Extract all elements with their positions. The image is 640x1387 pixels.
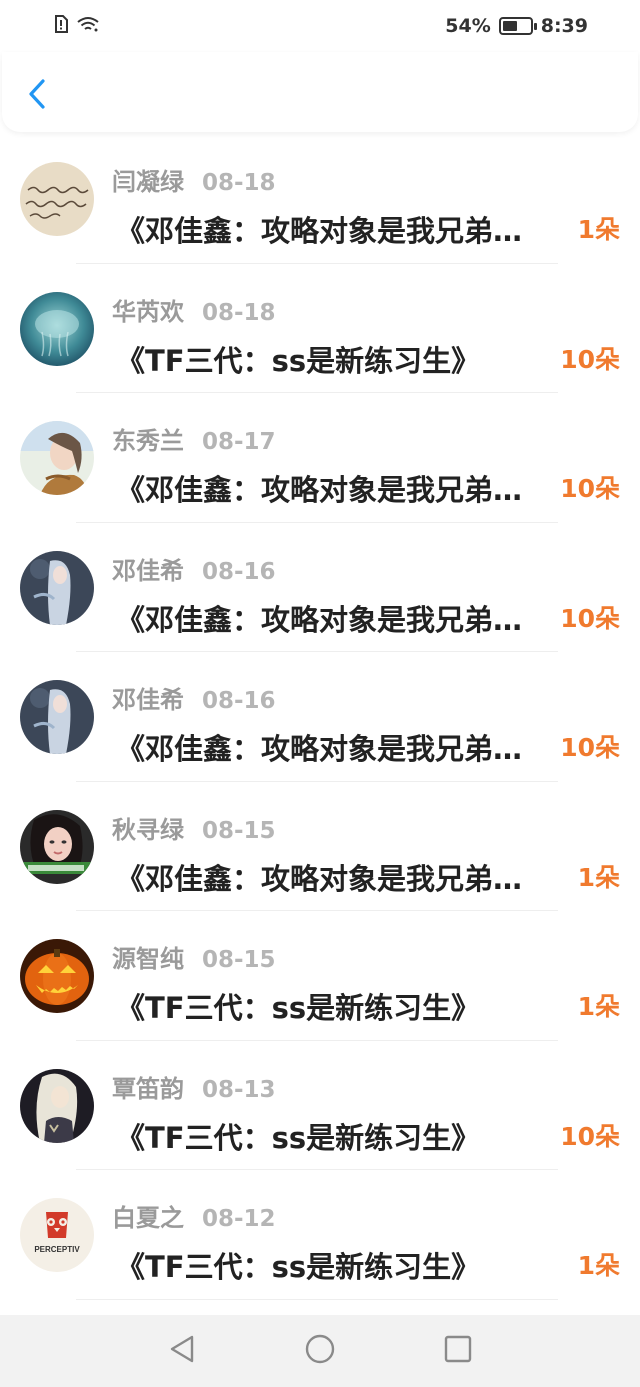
username[interactable]: 东秀兰 — [112, 421, 184, 456]
flower-count: 1朵 — [577, 862, 620, 892]
gift-list-row[interactable]: 秋寻绿 08-15 《邓佳鑫：攻略对象是我兄弟… 1朵 — [0, 782, 640, 911]
gift-list: 闫凝绿 08-18 《邓佳鑫：攻略对象是我兄弟… 1朵 华芮欢 08-18 《TF三代：ss… — [0, 134, 640, 1300]
header — [2, 52, 638, 132]
flower-count: 10朵 — [560, 733, 620, 762]
book-title[interactable]: 《邓佳鑫：攻略对象是我兄弟… — [116, 467, 556, 509]
flower-count: 1朵 — [577, 1251, 620, 1280]
gift-list-row[interactable]: 邓佳希 08-16 《邓佳鑫：攻略对象是我兄弟… 10朵 — [0, 523, 640, 652]
nav-home-button[interactable] — [300, 1331, 340, 1371]
gift-date: 08-16 — [202, 688, 276, 714]
gift-list-row[interactable]: PERCEPTIV 白夏之 08-12 《TF三代：ss是新练习生》 1朵 — [0, 1170, 640, 1300]
status-right: 54% 8:39 — [445, 15, 588, 37]
clock: 8:39 — [540, 15, 588, 37]
flower-count: 1朵 — [577, 215, 620, 244]
gift-date: 08-18 — [202, 170, 276, 196]
gift-list-row[interactable]: 源智纯 08-15 《TF三代：ss是新练习生》 1朵 — [0, 911, 640, 1041]
username[interactable]: 覃笛韵 — [112, 1069, 184, 1104]
gift-date: 08-17 — [202, 429, 276, 455]
pumpkin-avatar[interactable] — [20, 939, 94, 1013]
back-button[interactable] — [22, 78, 52, 114]
owl-logo-avatar[interactable]: PERCEPTIV — [20, 1198, 94, 1272]
gift-date: 08-16 — [202, 558, 276, 585]
row-meta: 覃笛韵 08-13 — [112, 1069, 276, 1104]
anime-girl-avatar[interactable] — [20, 550, 94, 625]
back-triangle-icon — [168, 1334, 196, 1368]
anime-girl-avatar[interactable] — [20, 680, 94, 754]
nav-back-button[interactable] — [162, 1331, 202, 1371]
system-nav-bar — [0, 1315, 640, 1387]
wifi-icon — [76, 15, 100, 37]
row-meta: 东秀兰 08-17 — [112, 421, 276, 456]
username[interactable]: 秋寻绿 — [112, 810, 184, 845]
gift-list-row[interactable]: 覃笛韵 08-13 《TF三代：ss是新练习生》 10朵 — [0, 1041, 640, 1170]
status-left — [54, 15, 100, 37]
username[interactable]: 邓佳希 — [112, 551, 184, 586]
svg-text:PERCEPTIV: PERCEPTIV — [34, 1245, 80, 1254]
username[interactable]: 华芮欢 — [112, 292, 184, 327]
flower-count: 10朵 — [560, 1121, 620, 1151]
anime-character-avatar[interactable] — [20, 1068, 94, 1143]
recents-square-icon — [443, 1334, 473, 1368]
row-divider — [76, 1298, 558, 1300]
book-title[interactable]: 《TF三代：ss是新练习生》 — [116, 985, 556, 1027]
gift-date: 08-15 — [202, 947, 276, 973]
row-meta: 邓佳希 08-16 — [112, 680, 276, 715]
book-title[interactable]: 《TF三代：ss是新练习生》 — [116, 1115, 556, 1157]
battery-percent: 54% — [445, 15, 491, 37]
chevron-left-icon — [28, 78, 46, 114]
nav-recents-button[interactable] — [438, 1331, 478, 1371]
gift-date: 08-13 — [202, 1076, 276, 1103]
gift-list-row[interactable]: 邓佳希 08-16 《邓佳鑫：攻略对象是我兄弟… 10朵 — [0, 652, 640, 782]
flower-count: 10朵 — [560, 474, 620, 503]
gift-list-row[interactable]: 东秀兰 08-17 《邓佳鑫：攻略对象是我兄弟… 10朵 — [0, 393, 640, 523]
gift-date: 08-12 — [202, 1206, 276, 1232]
gift-list-row[interactable]: 华芮欢 08-18 《TF三代：ss是新练习生》 10朵 — [0, 264, 640, 393]
row-meta: 邓佳希 08-16 — [112, 551, 276, 586]
username[interactable]: 闫凝绿 — [112, 162, 184, 197]
row-meta: 华芮欢 08-18 — [112, 292, 276, 327]
book-title[interactable]: 《TF三代：ss是新练习生》 — [116, 338, 556, 380]
home-circle-icon — [304, 1333, 336, 1369]
sim-alert-icon — [54, 15, 68, 37]
jellyfish-avatar[interactable] — [20, 291, 94, 366]
row-meta: 闫凝绿 08-18 — [112, 162, 276, 197]
flower-count: 1朵 — [577, 992, 620, 1021]
book-title[interactable]: 《邓佳鑫：攻略对象是我兄弟… — [116, 208, 556, 250]
flower-count: 10朵 — [560, 603, 620, 633]
flower-count: 10朵 — [560, 344, 620, 374]
username[interactable]: 邓佳希 — [112, 680, 184, 715]
gift-date: 08-18 — [202, 299, 276, 326]
book-title[interactable]: 《邓佳鑫：攻略对象是我兄弟… — [116, 856, 556, 898]
battery-icon — [498, 17, 537, 35]
screen: 54% 8:39 闫凝绿 08-18 《邓佳鑫：攻略对象是我兄弟… 1朵 华芮欢 08-1… — [0, 0, 640, 1387]
status-bar: 54% 8:39 — [0, 0, 640, 52]
username[interactable]: 白夏之 — [112, 1198, 184, 1233]
book-title[interactable]: 《邓佳鑫：攻略对象是我兄弟… — [116, 726, 556, 768]
row-meta: 源智纯 08-15 — [112, 939, 276, 974]
row-meta: 白夏之 08-12 — [112, 1198, 276, 1233]
gift-list-row[interactable]: 闫凝绿 08-18 《邓佳鑫：攻略对象是我兄弟… 1朵 — [0, 134, 640, 264]
row-meta: 秋寻绿 08-15 — [112, 810, 276, 845]
username[interactable]: 源智纯 — [112, 939, 184, 974]
woman-selfie-avatar[interactable] — [20, 809, 94, 884]
gift-date: 08-15 — [202, 817, 276, 844]
girl-portrait-avatar[interactable] — [20, 421, 94, 495]
handwriting-avatar[interactable] — [20, 162, 94, 236]
battery-fill — [502, 21, 517, 31]
book-title[interactable]: 《邓佳鑫：攻略对象是我兄弟… — [116, 597, 556, 639]
book-title[interactable]: 《TF三代：ss是新练习生》 — [116, 1244, 556, 1286]
